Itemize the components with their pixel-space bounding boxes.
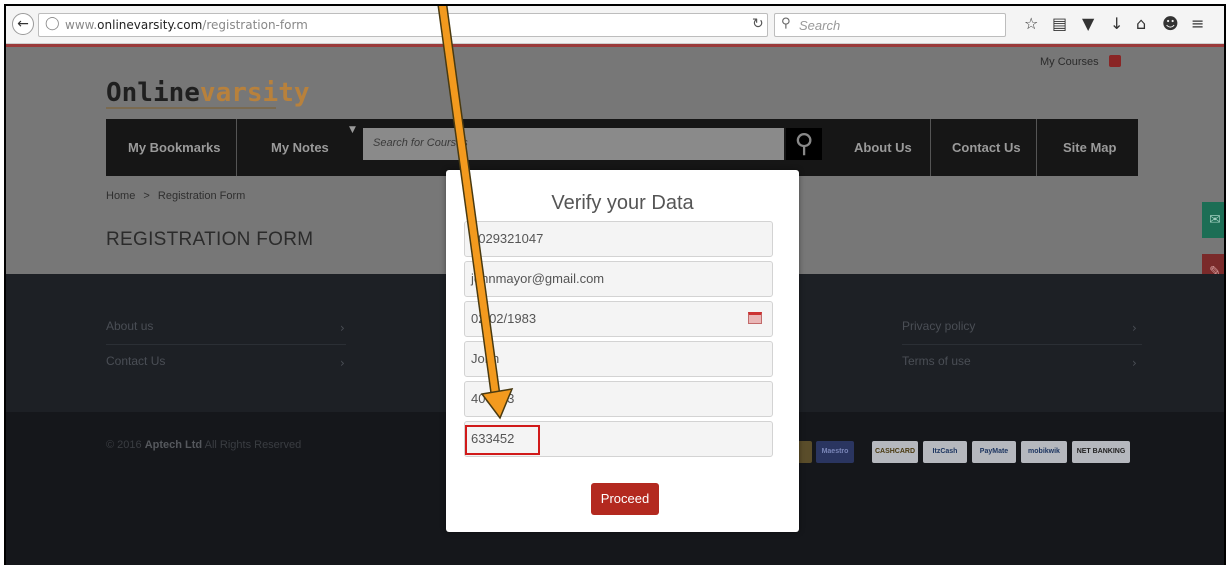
nav-my-notes[interactable]: My Notes: [271, 119, 329, 176]
site-logo[interactable]: Onlinevarsity: [106, 78, 310, 108]
chevron-right-icon: ›: [340, 356, 345, 370]
search-placeholder: Search: [799, 18, 841, 33]
logo-part-online: Online: [106, 78, 200, 108]
reading-list-icon[interactable]: ▤: [1052, 14, 1067, 33]
chevron-right-icon: ›: [340, 321, 345, 335]
menu-icon[interactable]: ≡: [1191, 14, 1204, 33]
verify-data-modal: Verify your Data 9029321047 johnmayor@gm…: [446, 170, 799, 532]
mobile-number-field[interactable]: 9029321047: [464, 221, 773, 257]
payment-net-banking: NET BANKING: [1072, 441, 1130, 463]
smiley-icon[interactable]: ☻: [1162, 14, 1179, 33]
url-text: www.onlinevarsity.com/registration-form: [65, 18, 308, 32]
proceed-button[interactable]: Proceed: [591, 483, 659, 515]
footer-contact-us[interactable]: Contact Us: [106, 354, 165, 368]
otp-highlight-box: [465, 425, 540, 455]
breadcrumb-separator: >: [143, 190, 150, 202]
nav-about-us[interactable]: About Us: [854, 119, 912, 176]
chevron-right-icon: ›: [1132, 321, 1137, 335]
top-accent-line: [6, 44, 1224, 47]
date-of-birth-field[interactable]: 02/02/1983: [464, 301, 773, 337]
logo-underline: [106, 107, 276, 109]
back-icon[interactable]: ←: [12, 13, 34, 35]
payment-mobikwik: mobikwik: [1021, 441, 1067, 463]
mail-icon[interactable]: ✉: [1202, 202, 1224, 238]
course-search-placeholder: Search for Courses: [373, 137, 468, 149]
first-name-field[interactable]: John: [464, 341, 773, 377]
screenshot-frame: ← ◯ www.onlinevarsity.com/registration-f…: [4, 4, 1226, 565]
breadcrumb-current: Registration Form: [157, 190, 246, 202]
home-icon[interactable]: ⌂: [1136, 14, 1146, 33]
nav-divider: [930, 119, 931, 176]
my-courses-link[interactable]: My Courses: [1040, 56, 1099, 68]
page-title: REGISTRATION FORM: [106, 229, 314, 250]
pincode-field[interactable]: 400093: [464, 381, 773, 417]
nav-contact-us[interactable]: Contact Us: [952, 119, 1021, 176]
browser-toolbar: ← ◯ www.onlinevarsity.com/registration-f…: [6, 6, 1224, 44]
nav-divider: [1036, 119, 1037, 176]
bookmark-star-icon[interactable]: ☆: [1024, 14, 1038, 33]
course-search-button[interactable]: ⚲: [786, 128, 822, 160]
payment-paymate: PayMate: [972, 441, 1016, 463]
footer-about-us[interactable]: About us: [106, 319, 153, 333]
logo-part-varsity: varsity: [199, 78, 310, 108]
copyright-text: © 2016 Aptech Ltd All Rights Reserved: [106, 439, 302, 451]
download-icon[interactable]: ↓: [1110, 14, 1123, 33]
payment-cashcard: CASHCARD: [872, 441, 918, 463]
browser-search-input[interactable]: ⚲ Search: [774, 13, 1006, 37]
email-field[interactable]: johnmayor@gmail.com: [464, 261, 773, 297]
date-of-birth-value: 02/02/1983: [471, 311, 537, 326]
footer-divider: [902, 344, 1142, 345]
breadcrumb: Home > Registration Form: [106, 190, 245, 202]
modal-title: Verify your Data: [551, 192, 694, 214]
footer-divider: [106, 344, 346, 345]
my-courses-dropdown-icon[interactable]: [1109, 55, 1121, 67]
nav-divider: [236, 119, 237, 176]
pocket-icon[interactable]: ▼: [1082, 14, 1094, 33]
main-nav: My Bookmarks My Notes ▼ Search for Cours…: [106, 119, 1138, 176]
reload-icon[interactable]: ↻: [752, 16, 764, 32]
footer-terms-of-use[interactable]: Terms of use: [902, 354, 971, 368]
payment-maestro: Maestro: [816, 441, 854, 463]
search-icon: ⚲: [781, 16, 791, 31]
nav-my-bookmarks[interactable]: My Bookmarks: [128, 119, 220, 176]
notes-dropdown-icon: ▼: [349, 125, 356, 135]
payment-itzcash: ItzCash: [923, 441, 967, 463]
nav-site-map[interactable]: Site Map: [1063, 119, 1116, 176]
footer-privacy-policy[interactable]: Privacy policy: [902, 319, 975, 333]
site-info-icon[interactable]: ◯: [45, 16, 60, 31]
url-bar[interactable]: ◯ www.onlinevarsity.com/registration-for…: [38, 13, 768, 37]
calendar-icon[interactable]: [748, 312, 762, 324]
course-search-input[interactable]: Search for Courses: [363, 128, 784, 160]
chevron-right-icon: ›: [1132, 356, 1137, 370]
breadcrumb-home[interactable]: Home: [106, 190, 135, 202]
